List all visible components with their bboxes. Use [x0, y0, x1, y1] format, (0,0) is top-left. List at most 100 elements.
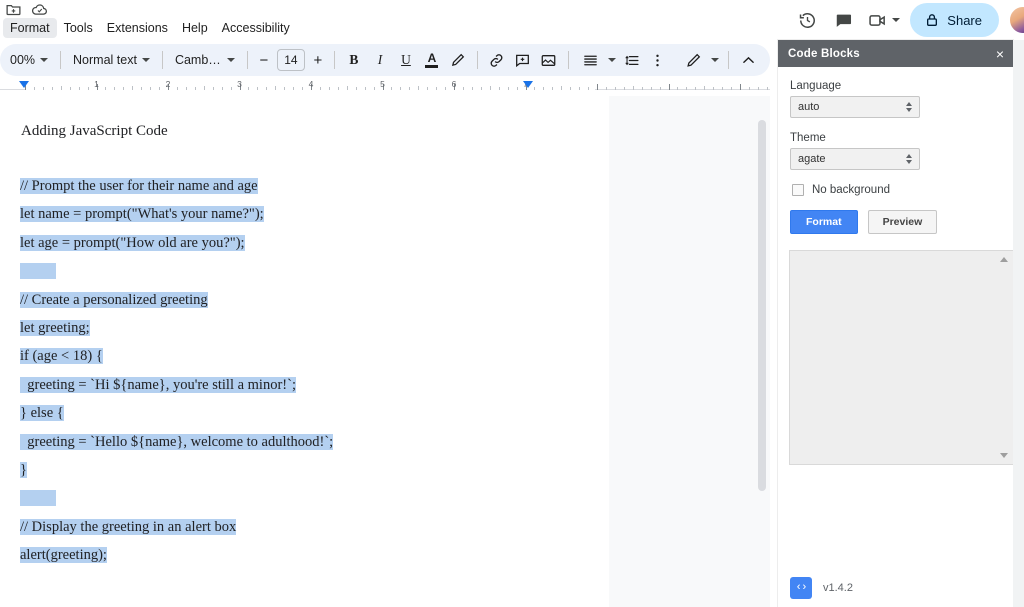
code-line-text: let greeting;: [20, 319, 90, 336]
scroll-down-icon[interactable]: [1000, 453, 1008, 458]
scroll-up-icon[interactable]: [1000, 257, 1008, 262]
code-line: }: [20, 456, 580, 484]
code-line-text: [20, 263, 57, 280]
move-to-folder-icon[interactable]: [5, 1, 22, 18]
code-line: let age = prompt("How old are you?");: [20, 229, 580, 257]
bold-button[interactable]: B: [341, 47, 367, 73]
panel-title: Code Blocks: [788, 47, 860, 60]
line-spacing-icon[interactable]: [619, 47, 645, 73]
header-right-actions: Share: [790, 0, 1024, 40]
code-line: let greeting;: [20, 314, 580, 342]
paragraph-style-dropdown[interactable]: Normal text: [67, 47, 156, 73]
chevron-down-icon: [141, 58, 150, 62]
theme-value: agate: [798, 153, 826, 165]
text-color-button[interactable]: A: [419, 47, 445, 73]
version-history-icon[interactable]: [790, 3, 824, 37]
divider: [728, 51, 729, 69]
code-block[interactable]: // Prompt the user for their name and ag…: [20, 172, 580, 569]
menu-item-accessibility[interactable]: Accessibility: [215, 18, 297, 38]
code-line: [20, 484, 580, 512]
chevron-down-icon[interactable]: [892, 18, 901, 22]
insert-link-icon[interactable]: [484, 47, 510, 73]
menu-bar: Format Tools Extensions Help Accessibili…: [3, 18, 297, 38]
insert-image-icon[interactable]: [536, 47, 562, 73]
italic-button[interactable]: I: [367, 47, 393, 73]
code-line-text: let name = prompt("What's your name?");: [20, 206, 264, 223]
code-line-text: // Prompt the user for their name and ag…: [20, 178, 258, 194]
right-indent-marker[interactable]: [523, 81, 533, 88]
theme-select[interactable]: agate: [790, 148, 920, 170]
code-blocks-panel: Code Blocks × Language auto Theme agate …: [778, 40, 1015, 607]
ruler[interactable]: 1234567: [0, 78, 770, 96]
code-line: // Prompt the user for their name and ag…: [20, 172, 580, 200]
menu-item-extensions[interactable]: Extensions: [100, 18, 175, 38]
font-family-dropdown[interactable]: Cambr...: [169, 47, 241, 73]
code-line-text: alert(greeting);: [20, 547, 107, 564]
highlight-pen-icon[interactable]: [445, 47, 471, 73]
chevron-down-icon: [226, 58, 235, 62]
menu-item-tools[interactable]: Tools: [57, 18, 100, 38]
code-line: // Create a personalized greeting: [20, 286, 580, 314]
font-family-value: Cambr...: [174, 53, 222, 67]
format-button[interactable]: Format: [790, 210, 858, 234]
more-options-icon[interactable]: [645, 47, 671, 73]
header-left-icons: [5, 1, 48, 18]
paragraph-style-value: Normal text: [73, 53, 137, 67]
code-line-text: // Create a personalized greeting: [20, 291, 208, 308]
panel-header: Code Blocks ×: [778, 40, 1013, 67]
video-call-control[interactable]: [862, 3, 902, 37]
align-dropdown[interactable]: [575, 47, 619, 73]
code-line-text: } else {: [20, 405, 64, 422]
code-line-text: // Display the greeting in an alert box: [20, 518, 237, 535]
share-button[interactable]: Share: [910, 3, 999, 37]
preview-button[interactable]: Preview: [867, 210, 938, 234]
share-label: Share: [947, 12, 982, 28]
no-background-checkbox[interactable]: [792, 184, 804, 196]
page-title: Adding JavaScript Code: [21, 123, 168, 139]
ruler-number: 4: [308, 79, 314, 89]
code-line: greeting = `Hello ${name}, welcome to ad…: [20, 428, 580, 456]
ruler-number: 1: [94, 79, 99, 89]
code-blocks-logo-icon: ‹›: [790, 577, 812, 599]
zoom-level-value: 00%: [10, 53, 36, 67]
panel-footer: ‹› v1.4.2: [790, 577, 853, 599]
comment-icon[interactable]: [826, 3, 860, 37]
close-icon[interactable]: ×: [996, 47, 1004, 61]
editing-mode-dropdown[interactable]: [677, 47, 722, 73]
app-header: Format Tools Extensions Help Accessibili…: [0, 0, 1024, 44]
no-background-checkbox-row[interactable]: No background: [792, 184, 1001, 196]
add-comment-icon[interactable]: [510, 47, 536, 73]
video-camera-icon[interactable]: [864, 3, 890, 37]
chevron-down-icon: [711, 58, 719, 62]
menu-item-format[interactable]: Format: [3, 18, 57, 38]
document-page[interactable]: Adding JavaScript Code // Prompt the use…: [0, 96, 609, 607]
avatar[interactable]: [1008, 5, 1024, 35]
decrease-font-size-button[interactable]: −: [254, 49, 274, 71]
select-arrows-icon: [906, 102, 912, 112]
language-label: Language: [790, 80, 842, 92]
increase-font-size-button[interactable]: +: [308, 49, 328, 71]
font-size-input[interactable]: 14: [276, 49, 305, 71]
version-label: v1.4.2: [823, 582, 853, 594]
divider: [246, 51, 248, 69]
output-area[interactable]: [789, 250, 1015, 465]
left-indent-marker[interactable]: [19, 81, 29, 88]
saved-to-drive-icon[interactable]: [31, 1, 48, 18]
code-line: greeting = `Hi ${name}, you're still a m…: [20, 371, 580, 399]
zoom-level-dropdown[interactable]: 00%: [4, 47, 54, 73]
code-line: // Display the greeting in an alert box: [20, 513, 580, 541]
language-select[interactable]: auto: [790, 96, 920, 118]
vertical-scrollbar[interactable]: [758, 120, 766, 491]
code-line-text: if (age < 18) {: [20, 348, 103, 365]
select-arrows-icon: [906, 154, 912, 164]
theme-label: Theme: [790, 132, 826, 144]
panel-body: Language auto Theme agate No background …: [778, 67, 1015, 465]
code-line-text: let age = prompt("How old are you?");: [20, 234, 245, 251]
underline-button[interactable]: U: [393, 47, 419, 73]
code-line: if (age < 18) {: [20, 342, 580, 370]
collapse-toolbar-icon[interactable]: [735, 47, 761, 73]
menu-item-help[interactable]: Help: [175, 18, 215, 38]
text-color-label: A: [427, 51, 437, 65]
code-line: let name = prompt("What's your name?");: [20, 200, 580, 228]
code-line-text: greeting = `Hello ${name}, welcome to ad…: [20, 433, 334, 450]
